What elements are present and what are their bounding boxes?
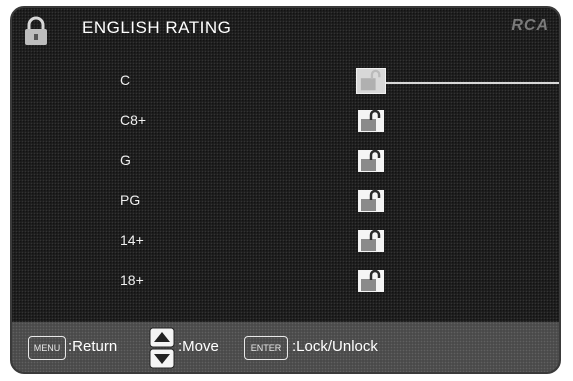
unlocked-lock-icon[interactable] <box>356 108 386 134</box>
rating-row-14[interactable]: 14+ <box>12 228 559 256</box>
rating-label: 14+ <box>120 232 144 248</box>
menu-key[interactable]: MENU <box>28 336 66 360</box>
unlocked-lock-icon[interactable] <box>356 148 386 174</box>
enter-hint: :Lock/Unlock <box>292 338 378 355</box>
move-hint: :Move <box>178 338 219 355</box>
rating-label: 18+ <box>120 272 144 288</box>
rating-label: C <box>120 72 131 88</box>
rating-row-18[interactable]: 18+ <box>12 268 559 296</box>
brand-logo: RCA <box>511 17 549 34</box>
menu-hint: :Return <box>68 338 118 355</box>
rating-row-c8[interactable]: C8+ <box>12 108 559 136</box>
tv-menu-screen: ENGLISH RATING RCA C C8+ G PG 14+ 18+ ME… <box>10 6 561 374</box>
up-down-arrow-keys-icon[interactable] <box>149 327 175 369</box>
unlocked-lock-icon[interactable] <box>356 228 386 254</box>
lock-icon <box>25 16 47 45</box>
footer-help-bar: MENU :Return :Move ENTER :Lock/Unlock <box>12 322 559 372</box>
rating-label: C8+ <box>120 112 147 128</box>
rating-label: G <box>120 152 131 168</box>
rating-label: PG <box>120 192 141 208</box>
unlocked-lock-icon[interactable] <box>356 68 386 94</box>
header: ENGLISH RATING RCA <box>12 8 559 52</box>
unlocked-lock-icon[interactable] <box>356 268 386 294</box>
callout-line <box>386 82 559 84</box>
page-title: ENGLISH RATING <box>82 18 232 37</box>
rating-row-g[interactable]: G <box>12 148 559 176</box>
rating-row-pg[interactable]: PG <box>12 188 559 216</box>
unlocked-lock-icon[interactable] <box>356 188 386 214</box>
enter-key[interactable]: ENTER <box>244 336 288 360</box>
